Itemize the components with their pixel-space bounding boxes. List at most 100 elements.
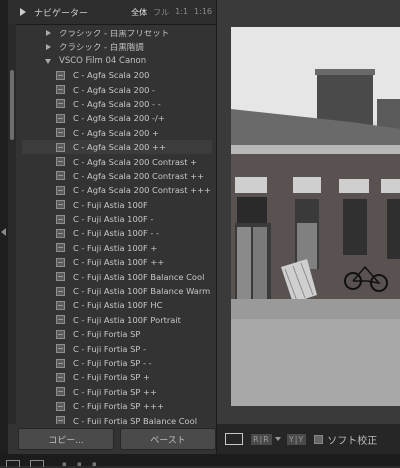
building-photo bbox=[231, 27, 400, 406]
left-panel: ナビゲーター 全体 フル 1:1 1:16 クラシック - 白黒プリセット クラ… bbox=[8, 0, 216, 466]
preset-item[interactable]: C - Fuji Astia 100F - - bbox=[22, 226, 212, 240]
preset-icon bbox=[56, 387, 65, 397]
preset-item[interactable]: C - Fuji Astia 100F Balance Warm bbox=[22, 284, 212, 298]
copy-button[interactable]: コピー... bbox=[18, 428, 114, 450]
preset-item[interactable]: C - Agfa Scala 200 + bbox=[22, 126, 212, 140]
filmstrip-dots: ▪ ▪ ▪ bbox=[62, 460, 101, 468]
preset-label: C - Fuji Astia 100F - bbox=[73, 214, 154, 225]
before-after-button[interactable]: R|R bbox=[251, 433, 272, 445]
preset-item[interactable]: C - Fuji Astia 100F Balance Cool bbox=[22, 269, 212, 283]
preset-item[interactable]: C - Fuji Fortia SP bbox=[22, 327, 212, 341]
zoom-1-1-option[interactable]: 1:1 bbox=[175, 7, 188, 18]
preset-icon bbox=[56, 228, 65, 238]
preset-item[interactable]: C - Fuji Fortia SP +++ bbox=[22, 399, 212, 413]
photo-preview[interactable] bbox=[231, 27, 400, 406]
preset-item[interactable]: C - Fuji Fortia SP ++ bbox=[22, 385, 212, 399]
loupe-view-icon[interactable] bbox=[225, 433, 243, 445]
preset-label: C - Fuji Fortia SP +++ bbox=[73, 401, 164, 412]
preset-icon bbox=[56, 142, 65, 152]
preset-label: C - Fuji Astia 100F HC bbox=[73, 300, 163, 311]
preset-label: C - Fuji Astia 100F ++ bbox=[73, 257, 165, 268]
preset-item[interactable]: C - Fuji Astia 100F ++ bbox=[22, 255, 212, 269]
preset-folder[interactable]: クラシック - 白黒プリセット bbox=[22, 30, 212, 40]
preset-item[interactable]: C - Fuji Astia 100F HC bbox=[22, 298, 212, 312]
navigator-title: ナビゲーター bbox=[34, 8, 89, 19]
copy-paste-bar: コピー... ペースト bbox=[18, 428, 216, 450]
preset-label: C - Agfa Scala 200 bbox=[73, 70, 150, 81]
preset-item[interactable]: C - Fuji Astia 100F Portrait bbox=[22, 313, 212, 327]
preset-item[interactable]: C - Agfa Scala 200 - - bbox=[22, 97, 212, 111]
collapse-left-panel-icon[interactable] bbox=[1, 228, 6, 236]
folder-collapsed-icon[interactable] bbox=[46, 44, 51, 50]
preset-item[interactable]: C - Fuji Astia 100F - bbox=[22, 212, 212, 226]
preset-label: C - Agfa Scala 200 Contrast + bbox=[73, 156, 198, 167]
preset-label: C - Agfa Scala 200 Contrast +++ bbox=[73, 185, 212, 196]
preset-icon bbox=[56, 401, 65, 411]
preset-icon bbox=[56, 257, 65, 267]
preset-label: C - Fuji Fortia SP - - bbox=[73, 358, 152, 368]
preset-icon bbox=[56, 286, 65, 296]
preset-icon bbox=[56, 358, 65, 368]
preset-icon bbox=[56, 200, 65, 210]
preset-item[interactable]: C - Agfa Scala 200 Contrast +++ bbox=[22, 183, 212, 197]
preset-icon bbox=[56, 272, 65, 282]
folder-collapsed-icon[interactable] bbox=[46, 30, 51, 36]
soft-proof-label: ソフト校正 bbox=[327, 435, 378, 447]
before-after-dropdown-icon[interactable] bbox=[274, 437, 281, 441]
preset-item[interactable]: C - Agfa Scala 200 bbox=[22, 68, 212, 82]
preset-scrollbar[interactable] bbox=[8, 24, 16, 424]
preset-label: C - Agfa Scala 200 -/+ bbox=[73, 113, 165, 124]
left-panel-edge[interactable] bbox=[0, 0, 8, 466]
image-toolbar: R|R Y|Y ソフト校正 bbox=[217, 424, 400, 454]
folder-label: クラシック - 白黒階調 bbox=[59, 43, 144, 53]
preset-icon bbox=[56, 185, 65, 195]
zoom-fit-option[interactable]: 全体 bbox=[131, 7, 147, 18]
preset-item[interactable]: C - Fuji Astia 100F + bbox=[22, 241, 212, 255]
preset-item[interactable]: C - Fuji Fortia SP - - bbox=[22, 356, 212, 370]
preset-label: C - Fuji Astia 100F Balance Warm bbox=[73, 286, 211, 297]
preset-item[interactable]: C - Agfa Scala 200 Contrast + bbox=[22, 154, 212, 168]
preset-label: C - Agfa Scala 200 - - bbox=[73, 98, 161, 109]
preset-label: C - Fuji Fortia SP Balance Cool bbox=[73, 415, 198, 424]
preset-icon bbox=[56, 300, 65, 310]
preset-item[interactable]: C - Agfa Scala 200 -/+ bbox=[22, 111, 212, 125]
preset-label: C - Fuji Fortia SP bbox=[73, 329, 141, 340]
filmstrip-bar: ▪ ▪ ▪ bbox=[0, 454, 400, 468]
preset-icon bbox=[56, 416, 65, 424]
preset-label: C - Agfa Scala 200 + bbox=[73, 127, 160, 138]
preset-icon bbox=[56, 315, 65, 325]
disclosure-triangle-icon[interactable] bbox=[20, 8, 26, 16]
preset-label: C - Agfa Scala 200 - bbox=[73, 84, 156, 95]
preset-item[interactable]: C - Agfa Scala 200 Contrast ++ bbox=[22, 169, 212, 183]
preset-item[interactable]: C - Agfa Scala 200 - bbox=[22, 82, 212, 96]
preset-item[interactable]: C - Fuji Fortia SP Balance Cool bbox=[22, 413, 212, 424]
preset-icon bbox=[56, 99, 65, 109]
preset-item[interactable]: C - Agfa Scala 200 ++ bbox=[22, 139, 212, 155]
preset-icon bbox=[56, 113, 65, 123]
paste-button[interactable]: ペースト bbox=[120, 428, 216, 450]
preset-icon bbox=[56, 329, 65, 339]
preset-icon bbox=[56, 214, 65, 224]
yy-view-button[interactable]: Y|Y bbox=[286, 433, 307, 445]
preset-label: C - Fuji Fortia SP ++ bbox=[73, 386, 157, 397]
preset-folder-open[interactable]: VSCO Film 04 Canon bbox=[22, 54, 212, 68]
preset-label: C - Fuji Astia 100F - - bbox=[73, 228, 160, 239]
zoom-fill-option[interactable]: フル bbox=[153, 7, 169, 18]
preset-item[interactable]: C - Fuji Fortia SP + bbox=[22, 370, 212, 384]
preset-label: C - Fuji Astia 100F Balance Cool bbox=[73, 271, 205, 282]
image-view: R|R Y|Y ソフト校正 bbox=[216, 0, 400, 454]
scrollbar-thumb[interactable] bbox=[10, 70, 14, 140]
folder-expanded-icon[interactable] bbox=[45, 58, 51, 64]
navigator-header[interactable]: ナビゲーター 全体 フル 1:1 1:16 bbox=[8, 0, 216, 25]
preset-icon bbox=[56, 171, 65, 181]
folder-label: クラシック - 白黒プリセット bbox=[59, 30, 170, 39]
preset-items: C - Agfa Scala 200 C - Agfa Scala 200 - C … bbox=[22, 68, 212, 424]
preset-item[interactable]: C - Fuji Fortia SP - bbox=[22, 341, 212, 355]
preset-folder[interactable]: クラシック - 白黒階調 bbox=[22, 40, 212, 54]
preset-item[interactable]: C - Fuji Astia 100F bbox=[22, 198, 212, 212]
preset-icon bbox=[56, 157, 65, 167]
soft-proof-checkbox[interactable] bbox=[314, 434, 324, 444]
preset-icon bbox=[56, 128, 65, 138]
zoom-1-16-option[interactable]: 1:16 bbox=[194, 7, 212, 18]
preset-icon bbox=[56, 243, 65, 253]
